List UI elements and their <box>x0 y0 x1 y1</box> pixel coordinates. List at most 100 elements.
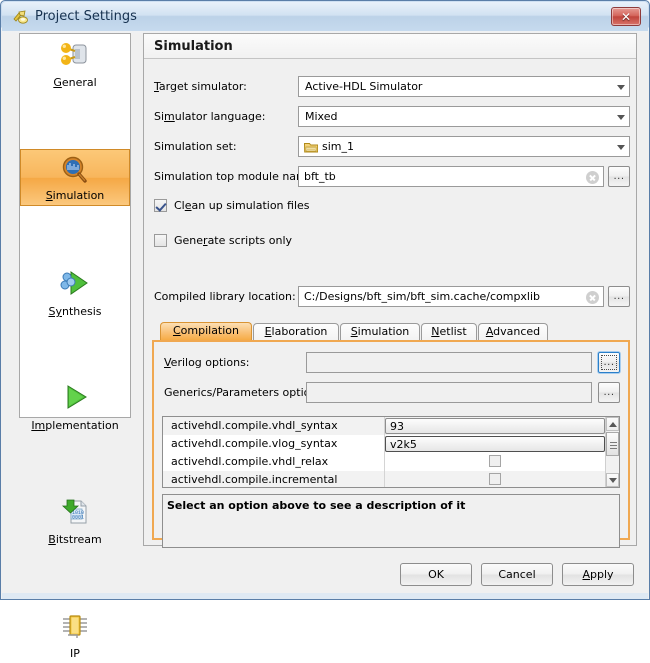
generics-options-browse-button[interactable]: ... <box>598 382 620 403</box>
top-module-input[interactable]: bft_tb <box>298 166 604 187</box>
field-simulator-language: Simulator language: Mixed <box>144 106 636 128</box>
simulator-language-label: Simulator language: <box>154 110 266 123</box>
apply-button[interactable]: Apply <box>562 563 634 586</box>
close-icon: ✕ <box>620 10 632 24</box>
tab-panel-compilation: Verilog options: ... Generics/Parameters… <box>152 340 630 548</box>
cancel-button[interactable]: Cancel <box>481 563 553 586</box>
scroll-up-button[interactable] <box>606 417 619 431</box>
property-value-cell[interactable] <box>385 453 605 471</box>
tab-compilation[interactable]: Compilation <box>160 322 252 341</box>
checkbox-box <box>154 199 167 212</box>
compiled-library-input[interactable]: C:/Designs/bft_sim/bft_sim.cache/compxli… <box>298 286 604 307</box>
simulator-language-value: Mixed <box>305 110 338 123</box>
sidebar-item-bitstream[interactable]: 1010 0001 Bitstream <box>20 492 130 549</box>
table-row[interactable]: activehdl.compile.vlog_syntax v2k5 <box>163 435 619 453</box>
top-module-value: bft_tb <box>304 170 336 183</box>
verilog-options-browse-button[interactable]: ... <box>598 352 620 373</box>
sidebar-item-ip[interactable]: IP <box>20 606 130 663</box>
property-value-cell[interactable]: 93 <box>385 417 605 435</box>
chevron-down-icon <box>617 115 625 120</box>
compiled-library-value: C:/Designs/bft_sim/bft_sim.cache/compxli… <box>304 290 541 303</box>
sidebar-item-synthesis[interactable]: Synthesis <box>20 264 130 321</box>
option-description-box: Select an option above to see a descript… <box>162 494 620 548</box>
properties-table[interactable]: activehdl.compile.vhdl_syntax 93 activeh… <box>162 416 620 488</box>
simulator-language-dropdown[interactable]: Mixed <box>298 106 630 127</box>
property-checkbox[interactable] <box>489 473 501 485</box>
table-row[interactable]: activehdl.compile.vhdl_syntax 93 <box>163 417 619 435</box>
field-simulation-set: Simulation set: sim_1 <box>144 136 636 158</box>
tab-netlist[interactable]: Netlist <box>421 323 477 341</box>
simulation-set-dropdown[interactable]: sim_1 <box>298 136 630 157</box>
general-icon <box>20 39 130 72</box>
svg-text:0001: 0001 <box>72 515 84 521</box>
ip-icon <box>20 610 130 643</box>
top-module-label: Simulation top module name: <box>154 170 318 183</box>
tab-elaboration[interactable]: Elaboration <box>253 323 339 341</box>
generics-options-label: Generics/Parameters options: <box>164 386 327 399</box>
target-simulator-label: Target simulator: <box>154 80 247 93</box>
clear-icon[interactable] <box>586 291 599 304</box>
vivado-icon <box>12 9 30 26</box>
sidebar-item-label: Synthesis <box>48 305 102 318</box>
generics-options-input[interactable] <box>306 382 592 403</box>
top-module-browse-button[interactable]: ... <box>608 166 630 187</box>
table-row[interactable]: activehdl.compile.incremental <box>163 471 619 487</box>
sidebar-item-label: Simulation <box>45 189 105 202</box>
verilog-options-input[interactable] <box>306 352 592 373</box>
grip-line <box>610 445 617 446</box>
property-value-cell[interactable]: v2k5 <box>385 435 605 453</box>
field-top-module: Simulation top module name: bft_tb ... <box>144 166 636 188</box>
property-value-input[interactable]: 93 <box>385 418 605 434</box>
grip-line <box>610 448 617 449</box>
checkbox-box <box>154 234 167 247</box>
compiled-library-label: Compiled library location: <box>154 290 296 303</box>
target-simulator-value: Active-HDL Simulator <box>305 80 423 93</box>
table-row[interactable]: activehdl.compile.vhdl_relax <box>163 453 619 471</box>
field-generics-options: Generics/Parameters options: ... <box>154 382 628 404</box>
property-value-input[interactable]: v2k5 <box>385 436 605 452</box>
focus-rect <box>601 355 617 370</box>
simulation-set-value: sim_1 <box>322 140 355 153</box>
property-value: v2k5 <box>390 438 417 451</box>
sidebar-item-simulation[interactable]: Simulation <box>20 149 130 206</box>
simulation-set-label: Simulation set: <box>154 140 237 153</box>
property-name: activehdl.compile.vlog_syntax <box>171 437 338 450</box>
sidebar-item-label: General <box>53 76 97 89</box>
sidebar-item-label: Bitstream <box>48 533 102 546</box>
sidebar-item-general[interactable]: General <box>20 35 130 92</box>
window-bottom-strip <box>2 593 648 599</box>
properties-scrollbar[interactable] <box>605 417 619 487</box>
settings-category-list: General Simulation Synthesis Implementat… <box>19 33 131 660</box>
implementation-icon <box>20 382 130 415</box>
simulation-icon <box>21 154 129 187</box>
ok-button[interactable]: OK <box>400 563 472 586</box>
checkbox-label: Generate scripts only <box>174 234 293 247</box>
property-value: 93 <box>390 420 404 433</box>
close-button[interactable]: ✕ <box>611 7 641 26</box>
field-compiled-library: Compiled library location: C:/Designs/bf… <box>144 286 636 308</box>
field-verilog-options: Verilog options: ... <box>154 352 628 374</box>
sidebar-item-label: IP <box>70 647 80 660</box>
sidebar-item-implementation[interactable]: Implementation <box>20 378 130 435</box>
verilog-options-label: Verilog options: <box>164 356 250 369</box>
bitstream-icon: 1010 0001 <box>20 496 130 529</box>
scrollbar-thumb[interactable] <box>606 432 619 456</box>
clear-icon[interactable] <box>586 171 599 184</box>
property-checkbox[interactable] <box>489 455 501 467</box>
settings-panel: Simulation Target simulator: Active-HDL … <box>143 33 637 548</box>
project-settings-dialog: Project Settings ✕ General Simulation Sy… <box>0 0 650 660</box>
scroll-down-icon <box>609 478 617 483</box>
scroll-up-icon <box>609 422 617 427</box>
chevron-down-icon <box>617 145 625 150</box>
ellipsis-icon: ... <box>613 171 625 182</box>
target-simulator-dropdown[interactable]: Active-HDL Simulator <box>298 76 630 97</box>
property-value-cell[interactable] <box>385 471 605 487</box>
scroll-down-button[interactable] <box>606 473 619 487</box>
tab-advanced[interactable]: Advanced <box>478 323 548 341</box>
compiled-library-browse-button[interactable]: ... <box>608 286 630 307</box>
grip-line <box>610 442 617 443</box>
property-name: activehdl.compile.vhdl_relax <box>171 455 329 468</box>
title-bar: Project Settings ✕ <box>2 2 648 31</box>
checkbox-label: Clean up simulation files <box>174 199 310 212</box>
tab-simulation[interactable]: Simulation <box>340 323 420 341</box>
